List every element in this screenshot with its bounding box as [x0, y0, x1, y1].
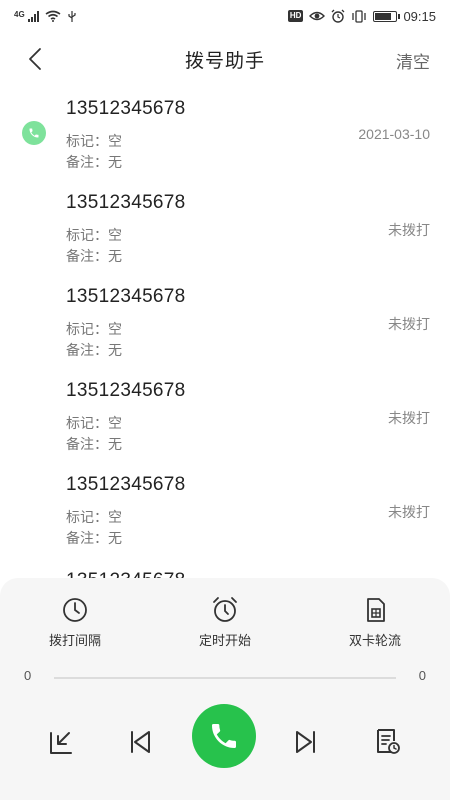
note-text: 备注：无 [66, 342, 122, 358]
wifi-icon [45, 10, 61, 22]
chevron-left-icon [29, 48, 41, 70]
phone-icon [212, 724, 236, 748]
interval-button[interactable]: 拨打间隔 [20, 596, 130, 649]
control-panel: 拨打间隔 定时开始 双卡轮流 0 0 [0, 578, 450, 800]
note-text: 备注：无 [66, 530, 122, 546]
timer-start-button[interactable]: 定时开始 [170, 596, 280, 649]
call-status: 未拨打 [388, 316, 430, 332]
clear-button[interactable]: 清空 [396, 48, 430, 73]
call-status: 未拨打 [388, 410, 430, 426]
phone-number: 13512345678 [66, 98, 186, 119]
feature-row: 拨打间隔 定时开始 双卡轮流 [0, 596, 450, 649]
alarm-icon [213, 597, 237, 622]
progress-row: 0 0 [0, 668, 450, 688]
progress-bar[interactable] [54, 677, 396, 679]
contact-list: 13512345678 标记：空 备注：无 2021-03-10 1351234… [0, 88, 450, 558]
mark-text: 标记：空 [66, 227, 122, 243]
status-bar: 4G HD 09:15 [0, 0, 450, 32]
progress-current: 0 [24, 668, 32, 683]
status-right: HD 09:15 [287, 8, 436, 24]
import-icon [50, 732, 72, 754]
signal-icon [27, 10, 39, 22]
mark-text: 标记：空 [66, 509, 122, 525]
back-button[interactable] [20, 44, 50, 74]
phone-number: 13512345678 [66, 286, 186, 307]
clock-icon [63, 598, 87, 622]
phone-number: 13512345678 [66, 380, 186, 401]
call-log-icon [377, 729, 400, 754]
phone-number: 13512345678 [66, 192, 186, 213]
list-item[interactable]: 13512345678 标记：空 备注：无 未拨打 [0, 182, 450, 276]
call-status: 2021-03-10 [358, 126, 430, 142]
skip-next-icon [296, 731, 315, 753]
phone-active-icon [22, 121, 46, 145]
status-left: 4G [14, 10, 77, 23]
phone-number: 13512345678 [66, 474, 186, 495]
timer-start-label: 定时开始 [198, 633, 251, 648]
list-item[interactable]: 13512345678 标记：空 备注：无 2021-03-10 [0, 88, 450, 182]
battery-icon [373, 10, 401, 22]
eye-icon [309, 11, 326, 21]
note-text: 备注：无 [66, 248, 122, 264]
list-item[interactable]: 13512345678 标记：空 备注：无 未拨打 [0, 464, 450, 558]
note-text: 备注：无 [66, 154, 122, 170]
mark-text: 标记：空 [66, 321, 122, 337]
hd-badge: HD [287, 10, 304, 22]
page-title: 拨号助手 [184, 50, 265, 72]
call-button[interactable] [192, 704, 256, 768]
previous-button[interactable] [120, 722, 160, 762]
sim-card-icon [367, 598, 385, 622]
call-status: 未拨打 [388, 222, 430, 238]
skip-previous-icon [131, 731, 150, 753]
dual-sim-button[interactable]: 双卡轮流 [320, 596, 430, 649]
call-log-button[interactable] [368, 722, 408, 762]
dual-sim-label: 双卡轮流 [348, 633, 401, 648]
interval-label: 拨打间隔 [48, 633, 101, 648]
note-text: 备注：无 [66, 436, 122, 452]
header: 拨号助手 清空 [0, 36, 450, 82]
next-button[interactable] [286, 722, 326, 762]
progress-total: 0 [418, 668, 426, 683]
mark-text: 标记：空 [66, 133, 122, 149]
network-type: 4G [14, 9, 25, 19]
call-controls [0, 702, 450, 782]
vibrate-icon [352, 9, 367, 23]
import-button[interactable] [42, 722, 82, 762]
list-item[interactable]: 13512345678 标记：空 备注：无 未拨打 [0, 370, 450, 464]
list-item[interactable]: 13512345678 标记：空 备注：无 未拨打 [0, 276, 450, 370]
alarm-status-icon [331, 9, 345, 23]
usb-icon [68, 10, 76, 22]
status-time: 09:15 [403, 8, 436, 24]
mark-text: 标记：空 [66, 415, 122, 431]
call-status: 未拨打 [388, 504, 430, 520]
